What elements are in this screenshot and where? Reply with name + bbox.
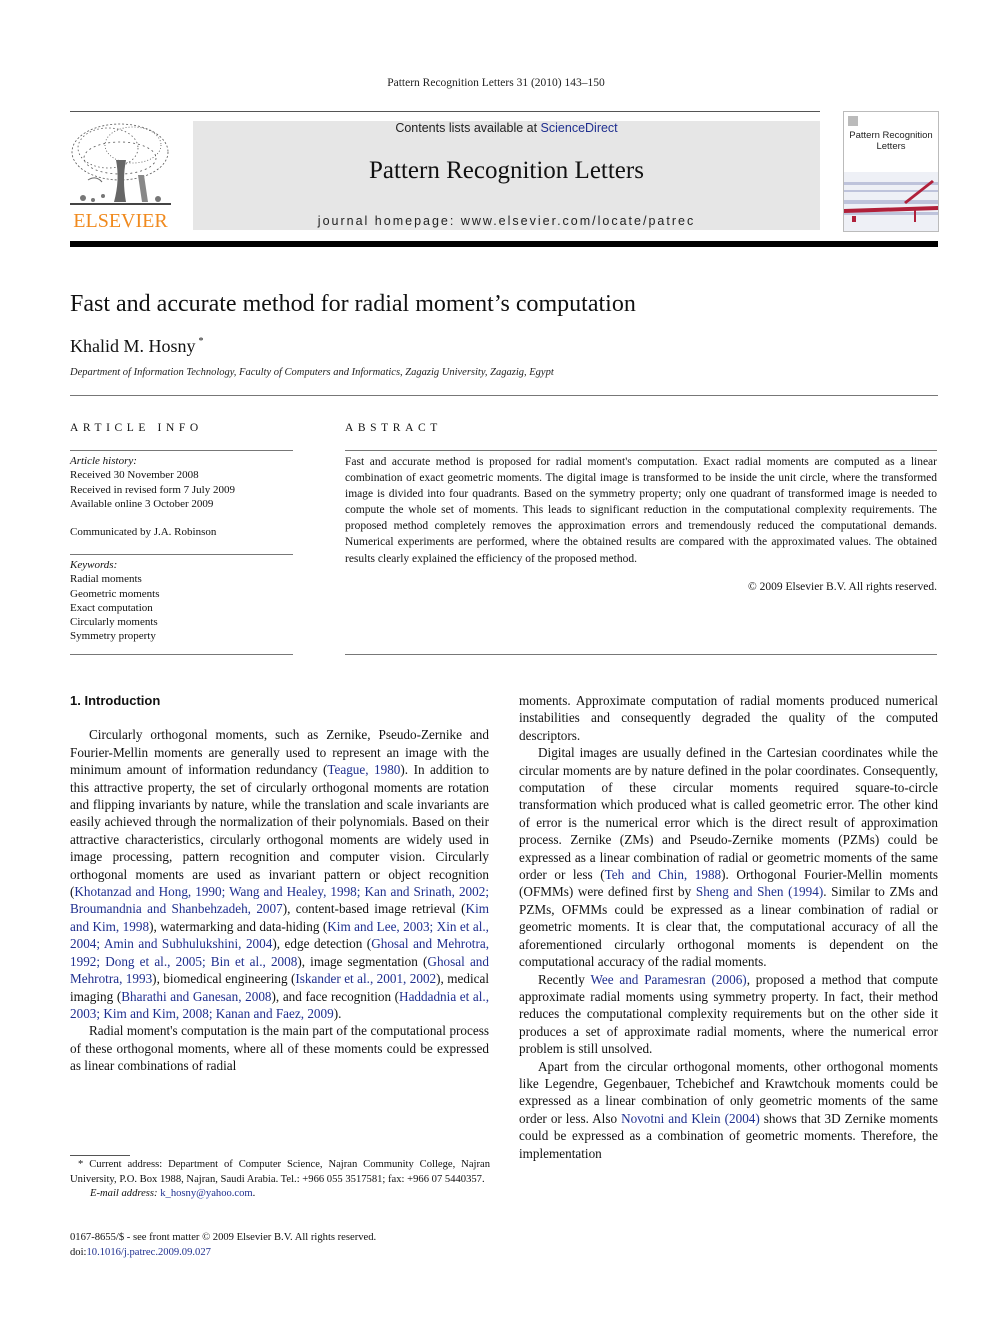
footnote-text: Current address: Department of Computer … <box>70 1159 491 1185</box>
author-footnote-mark[interactable]: * <box>199 336 204 347</box>
text-run: ), biomedical engineering ( <box>152 971 296 987</box>
article-info-heading: ARTICLE INFO <box>70 422 203 434</box>
contents-line: Contents lists available at ScienceDirec… <box>193 121 820 135</box>
history-revised: Received in revised form 7 July 2009 <box>70 483 235 496</box>
email-link[interactable]: k_hosny@yahoo.com <box>160 1188 252 1199</box>
cover-title: Pattern Recognition Letters <box>849 130 933 152</box>
front-matter: 0167-8655/$ - see front matter © 2009 El… <box>70 1231 376 1260</box>
citation-link[interactable]: Novotni and Klein (2004) <box>621 1111 760 1126</box>
elsevier-mini-logo-icon <box>848 116 858 126</box>
sciencedirect-link[interactable]: ScienceDirect <box>541 121 618 135</box>
abstract-rule-top <box>345 450 937 451</box>
citation-link[interactable]: Sheng and Shen (1994) <box>696 884 823 899</box>
footnote-rule <box>70 1155 130 1156</box>
text-run: ). <box>333 1005 342 1021</box>
abstract-text: Fast and accurate method is proposed for… <box>345 456 937 565</box>
contents-prefix: Contents lists available at <box>395 121 541 135</box>
text-run: ), content-based image retrieval ( <box>282 901 466 917</box>
author-name: Khalid M. Hosny <box>70 336 196 356</box>
paragraph: Recently Wee and Paramesran (2006), prop… <box>519 971 938 1058</box>
paragraph: Radial moment's computation is the main … <box>70 1023 489 1074</box>
citation-link[interactable]: Teague, 1980 <box>327 762 400 777</box>
title-divider <box>70 395 938 396</box>
tree-icon <box>70 123 171 205</box>
doi-label: doi: <box>70 1246 87 1258</box>
journal-homepage[interactable]: journal homepage: www.elsevier.com/locat… <box>193 214 820 228</box>
text-run: ), watermarking and data-hiding ( <box>149 918 328 934</box>
elsevier-logo[interactable]: ELSEVIER <box>68 120 173 232</box>
citation-link[interactable]: Bharathi and Ganesan, 2008 <box>121 989 271 1004</box>
cover-artwork-icon <box>844 172 938 231</box>
journal-cover-thumbnail[interactable]: Pattern Recognition Letters <box>843 111 939 232</box>
paragraph: Apart from the circular orthogonal momen… <box>519 1058 938 1162</box>
body-column-left: 1. Introduction Circularly orthogonal mo… <box>70 692 489 1075</box>
article-title: Fast and accurate method for radial mome… <box>70 291 636 317</box>
text-run: ), image segmentation ( <box>297 953 428 969</box>
keyword: Geometric moments <box>70 587 160 600</box>
author-line: Khalid M. Hosny * <box>70 336 204 357</box>
journal-title: Pattern Recognition Letters <box>369 157 644 184</box>
article-info-rule-mid <box>70 554 293 555</box>
communicated-by: Communicated by J.A. Robinson <box>70 526 217 539</box>
text-run: ), edge detection ( <box>272 936 372 952</box>
abstract-heading: ABSTRACT <box>345 422 442 434</box>
footnote-mark: * <box>78 1159 84 1170</box>
keyword: Symmetry property <box>70 630 156 643</box>
abstract-rule-bottom <box>345 654 937 655</box>
citation-link[interactable]: Wee and Paramesran (2006) <box>590 972 746 987</box>
affiliation: Department of Information Technology, Fa… <box>70 367 554 378</box>
paragraph: Digital images are usually defined in th… <box>519 744 938 970</box>
keyword: Circularly moments <box>70 616 158 629</box>
history-label: Article history: <box>70 455 137 467</box>
text-run: ). In addition to this attractive proper… <box>70 762 489 900</box>
text-run: Digital images are usually defined in th… <box>519 745 938 883</box>
paragraph: Circularly orthogonal moments, such as Z… <box>70 726 489 1022</box>
history-received: Received 30 November 2008 <box>70 469 199 482</box>
article-info-rule-bottom <box>70 654 293 655</box>
citation-link[interactable]: Iskander et al., 2001, 2002 <box>295 971 436 986</box>
section-heading: 1. Introduction <box>70 693 161 708</box>
history-online: Available online 3 October 2009 <box>70 497 214 510</box>
doi-link[interactable]: 10.1016/j.patrec.2009.09.027 <box>86 1247 210 1258</box>
keyword: Exact computation <box>70 601 153 614</box>
paragraph-continued: moments. Approximate computation of radi… <box>519 693 938 743</box>
text-run: Recently <box>538 971 591 987</box>
keywords: Keywords: Radial moments Geometric momen… <box>70 558 160 644</box>
article-history: Article history: Received 30 November 20… <box>70 454 235 539</box>
email-label: E-mail address: <box>90 1188 161 1199</box>
journal-banner: Contents lists available at ScienceDirec… <box>193 121 820 230</box>
top-rule <box>70 111 820 112</box>
body-column-right: moments. Approximate computation of radi… <box>519 692 938 1162</box>
header-divider-bar <box>70 241 938 247</box>
elsevier-wordmark: ELSEVIER <box>73 210 168 232</box>
keyword: Radial moments <box>70 573 142 586</box>
keywords-label: Keywords: <box>70 559 118 571</box>
article-info-rule-top <box>70 450 293 451</box>
running-head: Pattern Recognition Letters 31 (2010) 14… <box>387 77 605 89</box>
issn-line: 0167-8655/$ - see front matter © 2009 El… <box>70 1232 377 1243</box>
abstract-copyright: © 2009 Elsevier B.V. All rights reserved… <box>748 581 937 593</box>
text-run: ), and face recognition ( <box>271 988 400 1004</box>
citation-link[interactable]: Teh and Chin, 1988 <box>605 867 722 882</box>
author-footnote: * Current address: Department of Compute… <box>70 1159 491 1199</box>
